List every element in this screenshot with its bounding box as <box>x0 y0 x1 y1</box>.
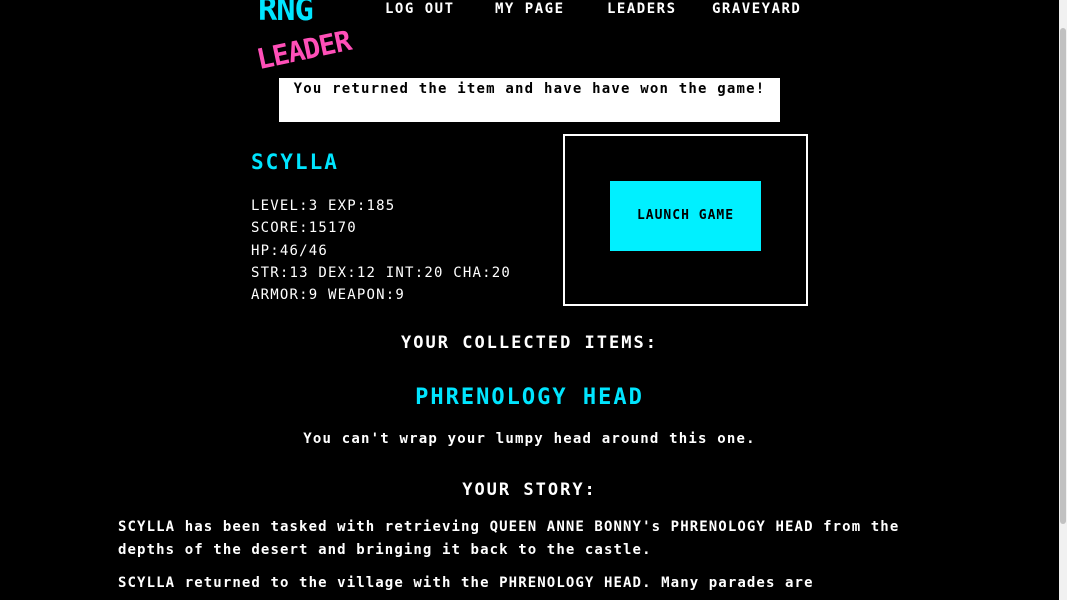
item-name: PHRENOLOGY HEAD <box>415 385 644 410</box>
logo-text-top: RNG <box>258 0 313 28</box>
story-heading: YOUR STORY: <box>462 480 597 500</box>
item-description: You can't wrap your lumpy head around th… <box>303 431 756 447</box>
attributes-stat: STR:13 DEX:12 INT:20 CHA:20 <box>251 264 511 281</box>
launch-game-button[interactable]: LAUNCH GAME <box>610 181 761 251</box>
hp-stat: HP:46/46 <box>251 242 329 259</box>
level-exp-stat: LEVEL:3 EXP:185 <box>251 198 396 214</box>
nav-log-out[interactable]: LOG OUT <box>385 1 455 17</box>
collected-items-heading: YOUR COLLECTED ITEMS: <box>401 333 658 353</box>
game-frame: LAUNCH GAME <box>563 134 808 306</box>
scrollbar-thumb[interactable] <box>1060 28 1066 524</box>
nav-my-page[interactable]: MY PAGE <box>495 1 565 17</box>
story-paragraph: SCYLLA has been tasked with retrieving Q… <box>118 519 900 558</box>
nav-leaders[interactable]: LEADERS <box>607 1 677 17</box>
character-stats: LEVEL:3 EXP:185 SCORE:15170 HP:46/46 STR… <box>251 195 511 306</box>
page: RNG LEADER LOG OUT MY PAGE LEADERS GRAVE… <box>0 0 1059 600</box>
nav-graveyard[interactable]: GRAVEYARD <box>712 1 801 17</box>
story-paragraph: SCYLLA returned to the village with the … <box>118 575 814 591</box>
logo-text-bottom: LEADER <box>256 24 355 70</box>
rng-leader-logo[interactable]: RNG LEADER <box>256 0 372 70</box>
gear-stat: ARMOR:9 WEAPON:9 <box>251 287 406 304</box>
character-name: SCYLLA <box>251 150 339 174</box>
win-banner: You returned the item and have have won … <box>279 78 780 122</box>
vertical-scrollbar[interactable] <box>1059 0 1067 600</box>
score-stat: SCORE:15170 <box>251 220 357 237</box>
